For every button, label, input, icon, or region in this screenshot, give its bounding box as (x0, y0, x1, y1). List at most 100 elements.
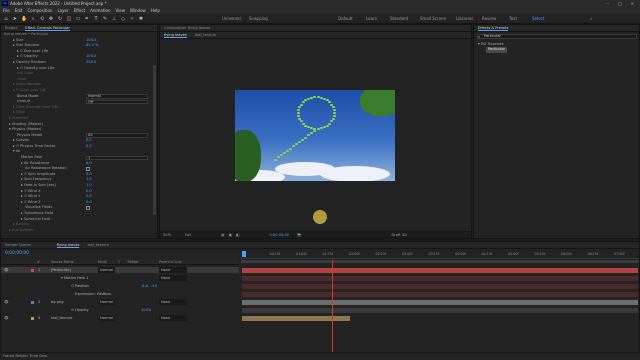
tab-project[interactable]: Project (5, 26, 17, 30)
search-help-icon[interactable]: ⌕ (590, 16, 592, 21)
property-checkbox[interactable] (86, 167, 90, 172)
composition-viewer[interactable] (235, 90, 395, 181)
visibility-eye-icon[interactable]: 👁 (4, 315, 9, 321)
parent-dropdown[interactable]: None (159, 267, 187, 273)
workspace-text[interactable]: Text (509, 16, 517, 21)
visibility-eye-icon[interactable]: 👁 (4, 267, 9, 273)
layer-row[interactable]: 👁 1 [Particular] Normal None (1, 267, 239, 273)
menu-layer[interactable]: Layer (57, 8, 68, 13)
layer-duration-bar[interactable] (242, 275, 638, 281)
property-value[interactable]: 100% (141, 307, 151, 313)
layer-duration-bar[interactable] (242, 307, 638, 313)
workspace-default[interactable]: Default (338, 16, 353, 21)
selection-icon[interactable]: ➤ (12, 16, 18, 22)
layer-name[interactable]: ▾ Motion Path 1 (61, 275, 89, 281)
effect-particular[interactable]: Particular (486, 47, 508, 53)
property-value[interactable]: -6.6, -4.0 (141, 283, 157, 289)
camera-icon[interactable]: ◫ (66, 16, 72, 22)
snapshot-icon[interactable]: 📷 (297, 233, 301, 237)
hand-icon[interactable]: ✋ (21, 16, 27, 22)
property-dropdown[interactable]: Off (86, 99, 148, 105)
parent-dropdown[interactable]: None (159, 299, 187, 305)
layer-row[interactable]: Expression: Position (1, 291, 239, 297)
zoom-dropdown[interactable]: 50% (163, 233, 171, 237)
layer-duration-bar[interactable] (242, 299, 638, 305)
time-ruler[interactable]: 0f00:15f01:00f01:15f02:00f02:15f03:00f03… (241, 252, 639, 259)
layer-row[interactable]: 👁 2 bg.png Normal None (1, 299, 239, 305)
maximize-button[interactable]: □ (618, 1, 622, 6)
eraser-icon[interactable]: ◇ (120, 16, 126, 22)
timeline-current-time[interactable]: 0;00;00;00 (5, 251, 29, 256)
blend-mode-dropdown[interactable]: Normal (98, 315, 116, 321)
rectangle-icon[interactable]: ▭ (75, 16, 81, 22)
tab-leaf-texture-timeline[interactable]: leaf_texture (87, 243, 108, 247)
minimize-button[interactable]: – (607, 1, 609, 6)
snapping-toggle[interactable]: Snapping (249, 16, 268, 21)
parent-dropdown[interactable]: None (159, 315, 187, 321)
renderer-label[interactable]: Draft 3D (392, 233, 407, 237)
effect-controls-scrollbar[interactable] (153, 65, 156, 215)
zoom-icon[interactable]: ⌕ (30, 16, 36, 22)
menu-view[interactable]: View (116, 8, 126, 13)
tab-flying-leaves-timeline[interactable]: flying leaves (56, 243, 80, 248)
layer-row[interactable]: ▾ Motion Path 1 None (1, 275, 239, 281)
label-color-swatch[interactable] (31, 316, 34, 320)
time-indicator[interactable] (242, 251, 246, 257)
text-icon[interactable]: T (93, 16, 99, 22)
move-icon[interactable]: ✥ (48, 16, 54, 22)
layer-duration-bar[interactable] (242, 291, 638, 297)
workspace-learn[interactable]: Learn (366, 16, 377, 21)
label-color-swatch[interactable] (31, 300, 34, 304)
pen-icon[interactable]: ✒ (84, 16, 90, 22)
layer-name[interactable]: Expression: Position (75, 291, 111, 297)
property-dropdown[interactable]: Normal (86, 94, 148, 99)
tab-leaf-texture[interactable]: leaf_texture (195, 33, 216, 37)
menu-window[interactable]: Window (130, 8, 146, 13)
resolution-dropdown[interactable]: Full (185, 233, 191, 237)
universal-toggle[interactable]: Universal (222, 16, 241, 21)
playhead-line[interactable] (332, 260, 333, 352)
blend-mode-dropdown[interactable]: Normal (98, 299, 116, 305)
roto-icon[interactable]: ✧ (129, 16, 135, 22)
menu-edit[interactable]: Edit (15, 8, 23, 13)
stamp-icon[interactable]: ⊥ (111, 16, 117, 22)
layer-duration-bar[interactable] (242, 315, 350, 321)
work-area-bar[interactable] (241, 260, 639, 263)
layer-duration-bar[interactable] (242, 267, 638, 273)
brush-icon[interactable]: ✎ (102, 16, 108, 22)
layer-name[interactable]: [Particular] (51, 267, 71, 273)
menu-help[interactable]: Help (151, 8, 160, 13)
rotate-icon[interactable]: ↻ (57, 16, 63, 22)
label-color-swatch[interactable] (31, 268, 34, 272)
property-dropdown[interactable]: Air (86, 133, 148, 138)
workspace-review[interactable]: Review (482, 16, 496, 21)
property-dropdown[interactable]: 1 (86, 155, 148, 161)
mask-icon[interactable]: ▣ (229, 233, 232, 237)
grid-icon[interactable]: ▦ (221, 233, 224, 237)
layer-row[interactable]: ⏱ Position -6.6, -4.0 (1, 283, 239, 289)
parent-dropdown[interactable]: None (159, 275, 187, 281)
layer-name[interactable]: leaf_texture (51, 315, 72, 321)
tab-flying-leaves[interactable]: flying leaves (164, 33, 187, 38)
menu-animation[interactable]: Animation (90, 8, 110, 13)
col-source-name[interactable]: Source Name (51, 260, 74, 264)
menu-effect[interactable]: Effect (74, 8, 86, 13)
tab-render-queue[interactable]: Render Queue (5, 243, 31, 247)
visibility-eye-icon[interactable]: 👁 (4, 299, 9, 305)
layer-row[interactable]: 👁 3 leaf_texture Normal None (1, 315, 239, 321)
tab-effects-presets[interactable]: Effects & Presets (478, 26, 509, 31)
layer-name[interactable]: bg.png (51, 299, 64, 305)
workspace-select[interactable]: Select (532, 16, 544, 21)
home-icon[interactable]: ⌂ (3, 16, 9, 22)
effects-search-input[interactable]: Particular (477, 34, 637, 39)
puppet-icon[interactable]: ✱ (138, 16, 144, 22)
tab-effect-controls[interactable]: Effect Controls Particular (25, 26, 70, 31)
workspace-standard[interactable]: Standard (390, 16, 408, 21)
region-icon[interactable]: ◧ (236, 233, 239, 237)
blend-mode-dropdown[interactable]: Normal (98, 267, 116, 273)
property-row[interactable]: ▸ Aux System (1, 228, 157, 234)
layer-row[interactable]: ⏱ Opacity 100% (1, 307, 239, 313)
layer-name[interactable]: ⏱ Position (71, 283, 89, 289)
layer-duration-bar[interactable] (242, 283, 638, 289)
menu-file[interactable]: File (3, 8, 10, 13)
